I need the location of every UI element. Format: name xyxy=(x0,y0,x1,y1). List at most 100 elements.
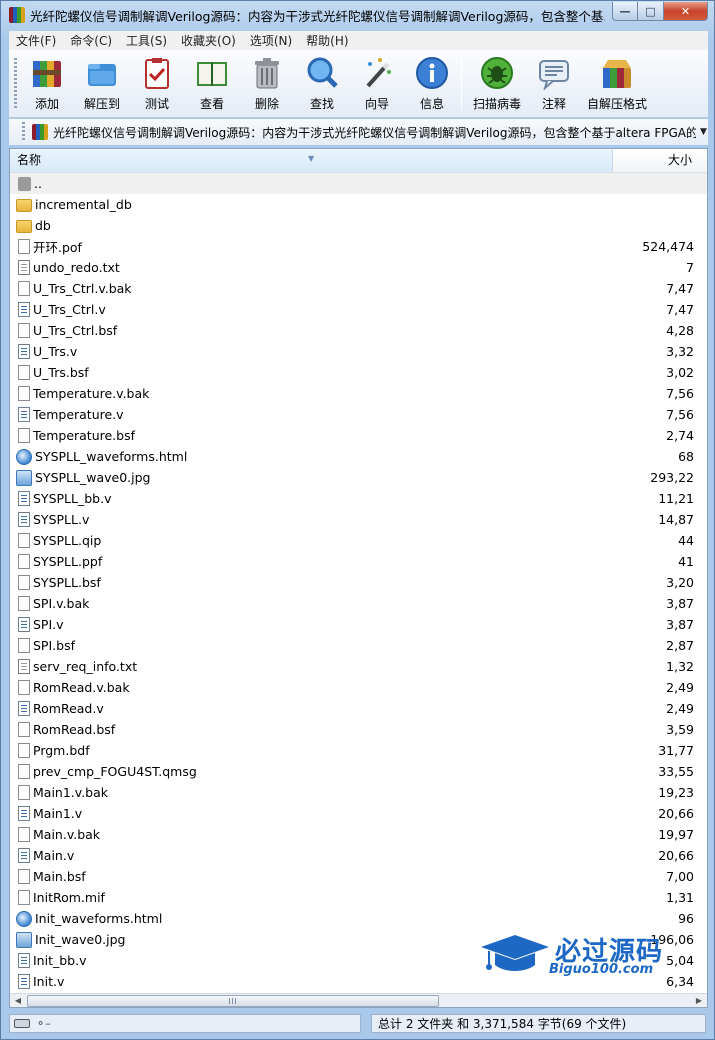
delete-button-label: 删除 xyxy=(254,97,279,111)
file-row[interactable]: U_Trs_Ctrl.bsf 4,28 xyxy=(10,320,707,341)
file-row[interactable]: Main1.v.bak 19,23 xyxy=(10,782,707,803)
horizontal-scrollbar[interactable]: ◀ ▶ xyxy=(10,993,707,1007)
file-row[interactable]: SYSPLL_waveforms.html 68 xyxy=(10,446,707,467)
file-name: 开环.pof xyxy=(33,240,82,255)
file-size: 1,32 xyxy=(666,659,694,674)
menu-help[interactable]: 帮助(H) xyxy=(299,32,355,49)
parent-folder-icon xyxy=(18,176,31,191)
file-row[interactable]: SYSPLL.ppf 41 xyxy=(10,551,707,572)
address-path[interactable]: 光纤陀螺仪信号调制解调Verilog源码：内容为干涉式光纤陀螺仪信号调制解调Ve… xyxy=(53,124,696,141)
file-size: 3,87 xyxy=(666,617,694,632)
archive-icon xyxy=(32,124,48,140)
file-icon xyxy=(18,869,30,884)
add-button[interactable]: 添加 xyxy=(19,54,75,114)
file-icon xyxy=(18,722,30,737)
scroll-thumb[interactable] xyxy=(27,995,439,1007)
winrar-app-icon[interactable] xyxy=(9,7,25,23)
virus-scan-icon xyxy=(480,56,514,90)
file-name: U_Trs.v xyxy=(33,344,78,359)
file-size: 3,32 xyxy=(666,344,694,359)
column-header-name[interactable]: 名称 ▼ xyxy=(10,149,613,172)
menu-file[interactable]: 文件(F) xyxy=(9,32,63,49)
file-row[interactable]: Temperature.bsf 2,74 xyxy=(10,425,707,446)
file-row[interactable]: SPI.v 3,87 xyxy=(10,614,707,635)
file-icon xyxy=(18,554,30,569)
title-bar[interactable]: 光纤陀螺仪信号调制解调Verilog源码：内容为干涉式光纤陀螺仪信号调制解调Ve… xyxy=(1,1,714,29)
file-row[interactable]: Prgm.bdf 31,77 xyxy=(10,740,707,761)
file-row[interactable]: db xyxy=(10,215,707,236)
file-row[interactable]: SPI.v.bak 3,87 xyxy=(10,593,707,614)
scroll-right-icon[interactable]: ▶ xyxy=(692,995,706,1007)
file-row[interactable]: Main.bsf 7,00 xyxy=(10,866,707,887)
file-icon xyxy=(18,239,30,254)
file-row[interactable]: U_Trs_Ctrl.v 7,47 xyxy=(10,299,707,320)
view-button[interactable]: 查看 xyxy=(184,54,240,114)
file-row[interactable]: SYSPLL_wave0.jpg 293,22 xyxy=(10,467,707,488)
menu-commands[interactable]: 命令(C) xyxy=(63,32,119,49)
file-row[interactable]: U_Trs_Ctrl.v.bak 7,47 xyxy=(10,278,707,299)
address-grip[interactable] xyxy=(22,122,25,142)
comment-button[interactable]: 注释 xyxy=(526,54,582,114)
scroll-left-icon[interactable]: ◀ xyxy=(11,995,25,1007)
file-row[interactable]: U_Trs.v 3,32 xyxy=(10,341,707,362)
test-button[interactable]: 测试 xyxy=(129,54,185,114)
file-row[interactable]: U_Trs.bsf 3,02 xyxy=(10,362,707,383)
maximize-button[interactable]: □ xyxy=(638,2,664,21)
file-row[interactable]: 开环.pof 524,474 xyxy=(10,236,707,257)
file-row[interactable]: prev_cmp_FOGU4ST.qmsg 33,55 xyxy=(10,761,707,782)
extract-to-button[interactable]: 解压到 xyxy=(74,54,130,114)
virus-scan-button[interactable]: 扫描病毒 xyxy=(467,54,527,114)
file-name: U_Trs_Ctrl.bsf xyxy=(33,323,118,338)
close-button[interactable]: ✕ xyxy=(664,2,708,21)
address-dropdown-icon[interactable]: ▼ xyxy=(700,127,707,137)
file-size: 3,02 xyxy=(666,365,694,380)
file-size: 3,59 xyxy=(666,722,694,737)
test-icon xyxy=(140,56,174,90)
file-row[interactable]: .. xyxy=(10,173,707,194)
file-name: prev_cmp_FOGU4ST.qmsg xyxy=(33,764,197,779)
file-row[interactable]: incremental_db xyxy=(10,194,707,215)
file-row[interactable]: Main1.v 20,66 xyxy=(10,803,707,824)
minimize-button[interactable]: — xyxy=(612,2,638,21)
verilog-file-icon xyxy=(18,512,30,527)
file-size: 7,47 xyxy=(666,281,694,296)
file-row[interactable]: RomRead.bsf 3,59 xyxy=(10,719,707,740)
file-row[interactable]: SYSPLL.bsf 3,20 xyxy=(10,572,707,593)
file-row[interactable]: Main.v 20,66 xyxy=(10,845,707,866)
file-row[interactable]: RomRead.v.bak 2,49 xyxy=(10,677,707,698)
file-row[interactable]: SPI.bsf 2,87 xyxy=(10,635,707,656)
file-row[interactable]: Main.v.bak 19,97 xyxy=(10,824,707,845)
sort-arrow-icon: ▼ xyxy=(308,154,315,163)
app-window: 光纤陀螺仪信号调制解调Verilog源码：内容为干涉式光纤陀螺仪信号调制解调Ve… xyxy=(0,0,715,1040)
file-row[interactable]: Temperature.v.bak 7,56 xyxy=(10,383,707,404)
file-name: Init.v xyxy=(33,974,65,989)
menu-favorites[interactable]: 收藏夹(O) xyxy=(174,32,243,49)
file-row[interactable]: SYSPLL.qip 44 xyxy=(10,530,707,551)
file-row[interactable]: serv_req_info.txt 1,32 xyxy=(10,656,707,677)
file-row[interactable]: SYSPLL.v 14,87 xyxy=(10,509,707,530)
file-row[interactable]: SYSPLL_bb.v 11,21 xyxy=(10,488,707,509)
wizard-button[interactable]: 向导 xyxy=(349,54,405,114)
file-row[interactable]: InitRom.mif 1,31 xyxy=(10,887,707,908)
column-header-size[interactable]: 大小 xyxy=(668,149,692,172)
file-size: 7,56 xyxy=(666,407,694,422)
file-size: 4,28 xyxy=(666,323,694,338)
file-row[interactable]: undo_redo.txt 7 xyxy=(10,257,707,278)
verilog-file-icon xyxy=(18,617,30,632)
sfx-button[interactable]: 自解压格式 xyxy=(584,54,650,114)
file-row[interactable]: Init_waveforms.html 96 xyxy=(10,908,707,929)
file-icon xyxy=(18,575,30,590)
toolbar-grip[interactable] xyxy=(14,58,17,110)
find-button[interactable]: 查找 xyxy=(294,54,350,114)
file-name: Temperature.v xyxy=(33,407,124,422)
file-list[interactable]: 名称 ▼ 大小 .. incremental_db db 开环.pof 524,474 u… xyxy=(9,148,708,1008)
menu-tools[interactable]: 工具(S) xyxy=(119,32,174,49)
file-icon xyxy=(18,596,30,611)
file-row[interactable]: RomRead.v 2,49 xyxy=(10,698,707,719)
menu-options[interactable]: 选项(N) xyxy=(243,32,299,49)
file-row[interactable]: Temperature.v 7,56 xyxy=(10,404,707,425)
delete-button[interactable]: 删除 xyxy=(239,54,295,114)
info-button[interactable]: 信息 xyxy=(404,54,460,114)
verilog-file-icon xyxy=(18,953,30,968)
wizard-button-label: 向导 xyxy=(364,97,389,111)
